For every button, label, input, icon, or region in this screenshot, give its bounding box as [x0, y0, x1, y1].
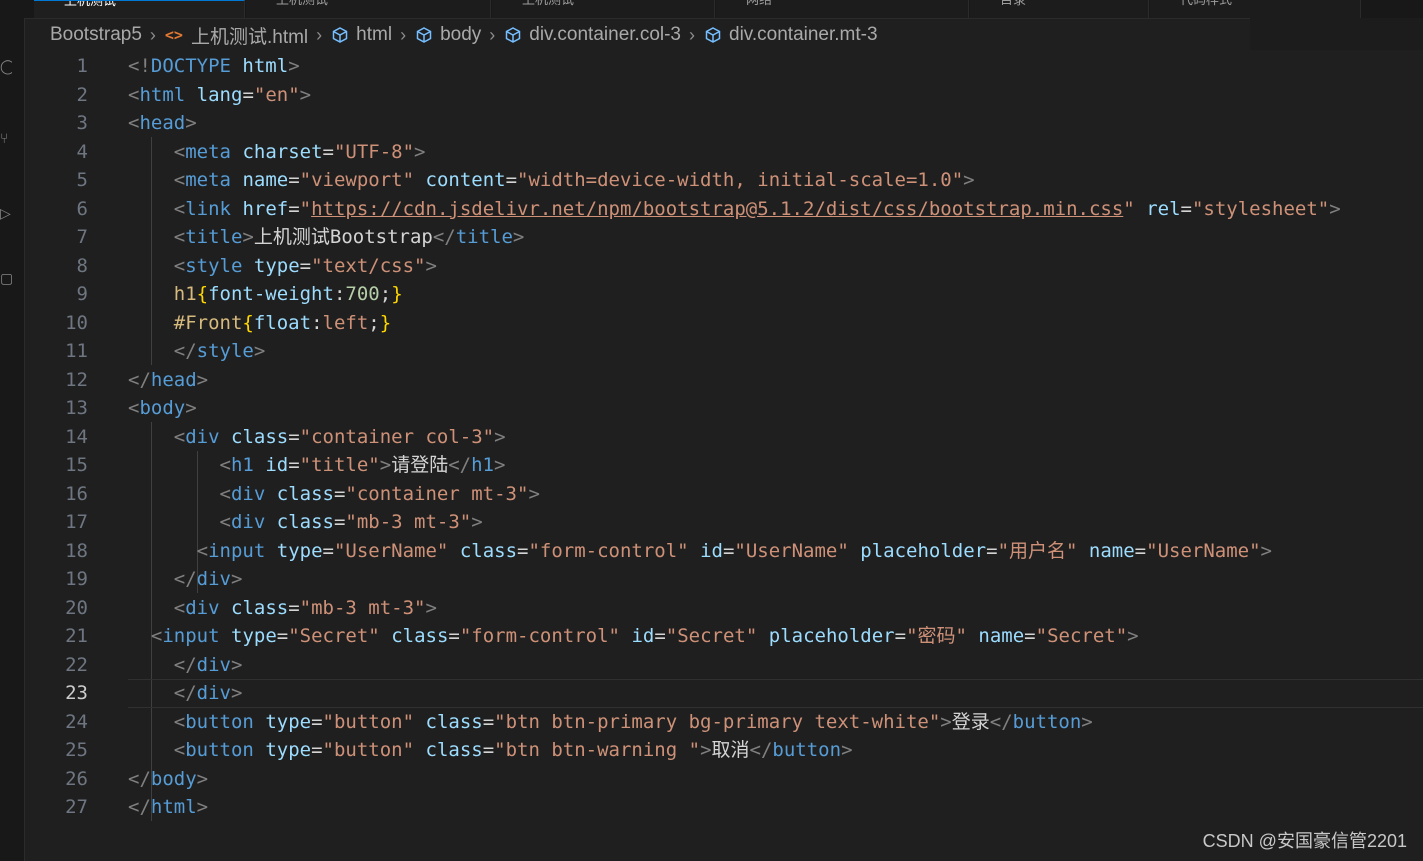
tab-2[interactable]: 上机测试 [246, 0, 491, 18]
code-line-27[interactable]: 27 </html> [24, 793, 1423, 822]
code-line-23-current[interactable]: 23 </div> [65, 679, 1423, 708]
breadcrumb-item-body[interactable]: body [440, 24, 481, 46]
code-line-10[interactable]: 10 #Front{float:left;} [24, 309, 1423, 338]
activity-bar: ◯ ⑂ ▷ ▢ [0, 0, 25, 861]
chevron-right-icon: › [689, 24, 695, 45]
run-debug-icon[interactable]: ▷ [0, 205, 12, 223]
code-line-19[interactable]: 19 </div> [24, 565, 1423, 594]
source-control-icon[interactable]: ⑂ [0, 130, 12, 148]
symbol-element-icon [331, 26, 349, 44]
editor-actions-area [1250, 18, 1423, 50]
chevron-right-icon: › [400, 24, 407, 45]
code-line-11[interactable]: 11 </style> [24, 337, 1423, 366]
code-line-9[interactable]: 9 h1{font-weight:700;} [24, 280, 1423, 309]
code-line-7[interactable]: 7 <title>上机测试Bootstrap</title> [24, 223, 1423, 252]
code-line-17[interactable]: 17 <div class="mb-3 mt-3"> [24, 508, 1423, 537]
tab-bar: 上机测试 上机测试 上机测试 网络 目录 代码样式 [24, 0, 1423, 19]
code-editor[interactable]: 1 <!DOCTYPE html> 2 <html lang="en"> 3 <hea… [24, 52, 1423, 832]
breadcrumb-root[interactable]: Bootstrap5 [50, 24, 142, 46]
code-line-24[interactable]: 24 <button type="button" class="btn btn-… [24, 708, 1423, 737]
breadcrumb-file[interactable]: 上机测试.html [191, 22, 308, 49]
chevron-right-icon: › [316, 24, 323, 45]
tab-3[interactable]: 上机测试 [492, 0, 715, 18]
code-line-3[interactable]: 3 <head> [24, 109, 1423, 138]
extensions-icon[interactable]: ▢ [0, 270, 12, 288]
code-line-5[interactable]: 5 <meta name="viewport" content="width=d… [24, 166, 1423, 195]
code-line-2[interactable]: 2 <html lang="en"> [24, 81, 1423, 110]
breadcrumb-item-html[interactable]: html [356, 24, 392, 46]
chevron-right-icon: › [489, 24, 496, 45]
code-line-15[interactable]: 15 <h1 id="title">请登陆</h1> [24, 451, 1423, 480]
code-line-18[interactable]: 18 <input type="UserName" class="form-co… [24, 537, 1423, 566]
tab-6[interactable]: 代码样式 [1150, 0, 1361, 18]
code-line-21[interactable]: 21 <input type="Secret" class="form-cont… [24, 622, 1423, 651]
tab-4[interactable]: 网络 [716, 0, 969, 18]
watermark: CSDN @安国豪信管2201 [1202, 831, 1407, 851]
chevron-right-icon: › [149, 24, 156, 45]
code-line-6[interactable]: 6 <link href="https://cdn.jsdelivr.net/n… [24, 195, 1423, 224]
code-line-12[interactable]: 12 </head> [24, 366, 1423, 395]
breadcrumb: Bootstrap5 › <> 上机测试.html › html › body … [50, 22, 878, 48]
symbol-element-icon [504, 26, 522, 44]
symbol-element-icon [415, 26, 433, 44]
stylesheet-link[interactable]: https://cdn.jsdelivr.net/npm/bootstrap@5… [311, 198, 1123, 220]
tab-1[interactable]: 上机测试 [34, 0, 245, 18]
code-line-22[interactable]: 22 </div> [24, 651, 1423, 680]
symbol-element-icon [704, 26, 722, 44]
code-line-16[interactable]: 16 <div class="container mt-3"> [24, 480, 1423, 509]
code-line-4[interactable]: 4 <meta charset="UTF-8"> [24, 138, 1423, 167]
code-line-13[interactable]: 13 <body> [24, 394, 1423, 423]
code-line-1[interactable]: 1 <!DOCTYPE html> [24, 52, 1423, 81]
breadcrumb-item-div-col3[interactable]: div.container.col-3 [529, 24, 681, 46]
code-line-14[interactable]: 14 <div class="container col-3"> [24, 423, 1423, 452]
code-line-20[interactable]: 20 <div class="mb-3 mt-3"> [24, 594, 1423, 623]
tab-5[interactable]: 目录 [970, 0, 1149, 18]
breadcrumb-item-div-mt3[interactable]: div.container.mt-3 [729, 24, 878, 46]
code-line-25[interactable]: 25 <button type="button" class="btn btn-… [24, 736, 1423, 765]
search-icon[interactable]: ◯ [0, 58, 12, 76]
code-line-26[interactable]: 26 </body> [24, 765, 1423, 794]
html-file-icon: <> [164, 26, 183, 44]
code-line-8[interactable]: 8 <style type="text/css"> [24, 252, 1423, 281]
